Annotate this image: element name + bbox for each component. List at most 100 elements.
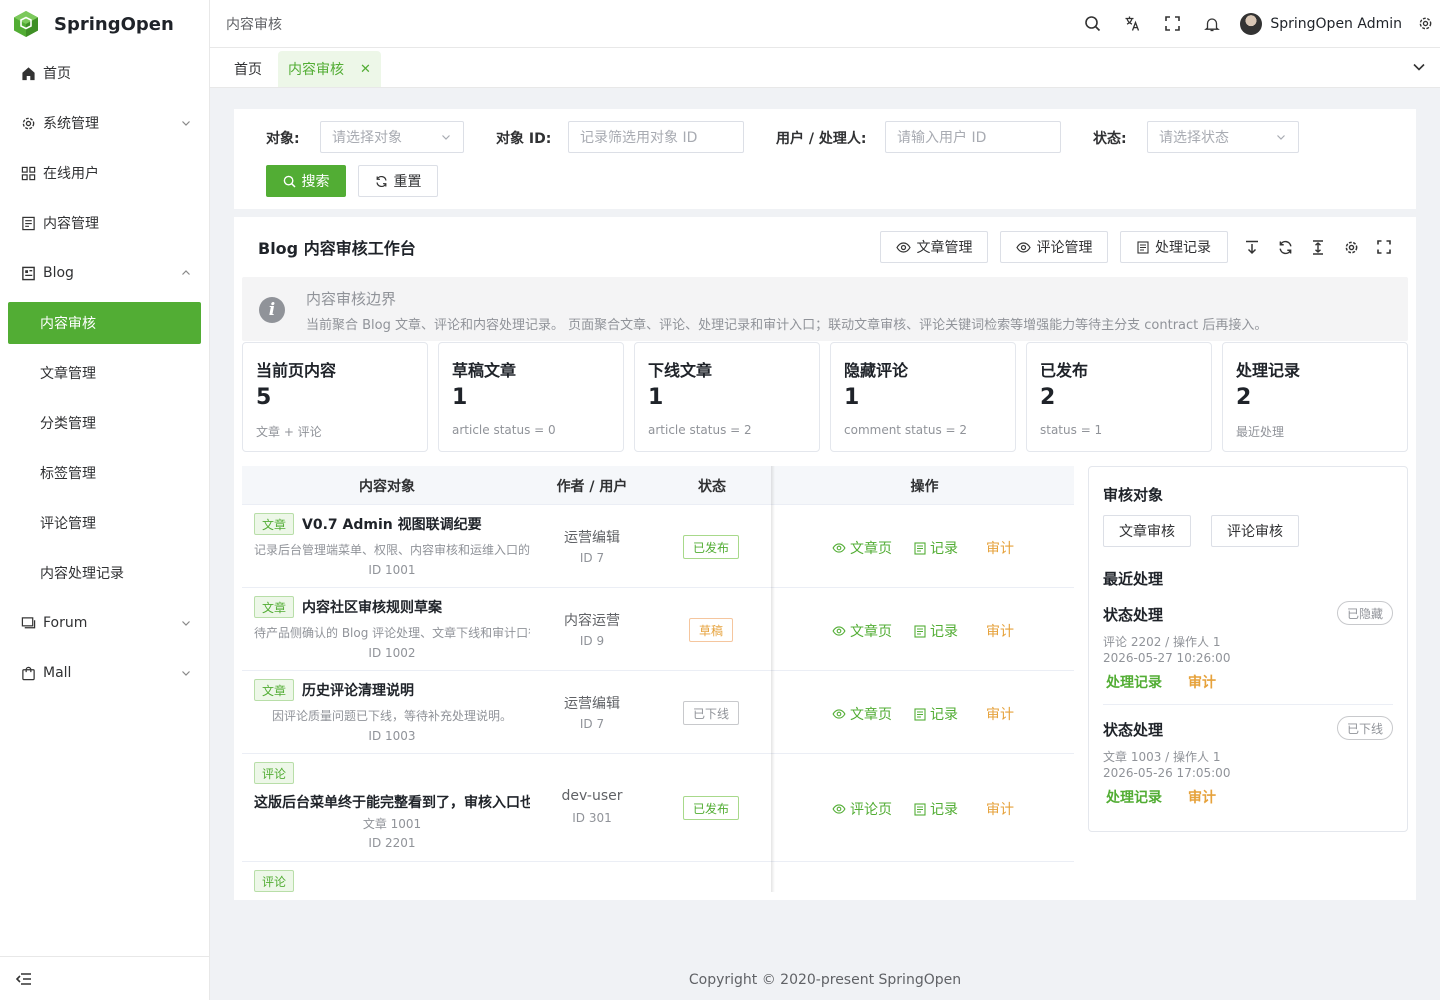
search-icon[interactable] [1072, 0, 1112, 48]
sidebar-item-blog[interactable]: Blog [0, 248, 209, 298]
stat-card: 处理记录 2 最近处理 [1222, 342, 1408, 452]
record-link[interactable]: 记录 [914, 621, 958, 641]
object-select[interactable]: 请选择对象 [320, 121, 464, 153]
type-tag: 文章 [254, 596, 295, 618]
row-author: 运营编辑 [564, 696, 620, 712]
column-height-icon[interactable] [1308, 237, 1328, 257]
record-link[interactable]: 记录 [914, 799, 958, 819]
sidebar-subitem-comments[interactable]: 评论管理 [0, 498, 209, 548]
record-audit-link[interactable]: 审计 [1188, 787, 1216, 807]
gear-icon [20, 115, 36, 131]
sidebar-item-forum[interactable]: Forum [0, 598, 209, 648]
stat-card: 草稿文章 1 article status = 0 [438, 342, 624, 452]
sidebar-subitem-tags[interactable]: 标签管理 [0, 448, 209, 498]
stat-card: 已发布 2 status = 1 [1026, 342, 1212, 452]
header-actions: SpringOpen Admin [1072, 0, 1440, 48]
view-comment-link[interactable]: 评论页 [832, 799, 892, 819]
settings-gear-icon[interactable] [1410, 0, 1440, 48]
sidebar-item-online-users[interactable]: 在线用户 [0, 148, 209, 198]
stat-value: 1 [452, 385, 468, 410]
stat-value: 2 [1236, 385, 1252, 410]
audit-link[interactable]: 审计 [986, 704, 1014, 724]
tab-home[interactable]: 首页 [224, 51, 272, 87]
comment-review-button[interactable]: 评论审核 [1211, 515, 1299, 547]
filter-form: 对象: 请选择对象 对象 ID: 记录筛选用对象 ID 用户 / 处理人: 请输… [234, 109, 1416, 209]
record-link[interactable]: 记录 [914, 538, 958, 558]
sidebar-item-system[interactable]: 系统管理 [0, 98, 209, 148]
sidebar-menu: 首页 系统管理 在线用户 内容管理 Blog 内容审核 文章管理 分类管理 标签… [0, 48, 209, 698]
article-management-button[interactable]: 文章管理 [880, 231, 988, 263]
bell-icon[interactable] [1192, 0, 1232, 48]
process-records-label: 处理记录 [1155, 240, 1211, 256]
table-row: 文章 V0.7 Admin 视图联调纪要 记录后台管理端菜单、权限、内容审核和运… [242, 505, 1074, 588]
audit-link[interactable]: 审计 [986, 538, 1014, 558]
record-history-link[interactable]: 处理记录 [1106, 787, 1162, 807]
logo[interactable]: SpringOpen [0, 0, 209, 48]
stat-value: 1 [844, 385, 860, 410]
record-title: 状态处理 [1103, 721, 1164, 739]
settings-icon[interactable] [1341, 237, 1361, 257]
view-article-link[interactable]: 文章页 [832, 704, 892, 724]
row-author: 运营编辑 [564, 530, 620, 546]
user-menu[interactable]: SpringOpen Admin [1240, 12, 1402, 35]
sidebar-item-label: Mall [43, 665, 72, 681]
view-link-label: 文章页 [850, 541, 892, 557]
process-records-button[interactable]: 处理记录 [1120, 231, 1228, 263]
sidebar-subitem-articles[interactable]: 文章管理 [0, 348, 209, 398]
alert-description: 当前聚合 Blog 文章、评论和内容处理记录。 页面聚合文章、评论、处理记录和审… [306, 318, 1268, 333]
breadcrumb[interactable]: 内容审核 [226, 14, 1072, 34]
user-name: SpringOpen Admin [1270, 15, 1402, 32]
avatar [1240, 12, 1263, 35]
record-meta: 文章 1003 / 操作人 1 [1103, 750, 1221, 764]
review-workbench: Blog 内容审核工作台 文章管理 评论管理 处理记录 i 内容审核边界 当前聚… [234, 217, 1416, 900]
refresh-icon[interactable] [1275, 237, 1295, 257]
stat-label: 处理记录 [1236, 361, 1301, 380]
record-link[interactable]: 记录 [914, 704, 958, 724]
eye-icon [832, 709, 846, 719]
chevron-down-icon [1277, 135, 1285, 140]
audit-link[interactable]: 审计 [986, 799, 1014, 819]
sidebar-item-content[interactable]: 内容管理 [0, 198, 209, 248]
audit-link[interactable]: 审计 [986, 621, 1014, 641]
record-link-label: 记录 [930, 624, 958, 640]
sidebar-item-mall[interactable]: Mall [0, 648, 209, 698]
sidebar-item-home[interactable]: 首页 [0, 48, 209, 98]
view-article-link[interactable]: 文章页 [832, 538, 892, 558]
article-review-button[interactable]: 文章审核 [1103, 515, 1191, 547]
type-tag: 评论 [254, 762, 295, 784]
chevron-down-icon [182, 621, 190, 626]
column-header-author: 作者 / 用户 [556, 478, 628, 495]
search-button[interactable]: 搜索 [266, 165, 346, 197]
tab-content-review[interactable]: 内容审核 ✕ [278, 51, 381, 87]
row-title-cell: 文章 内容社区审核规则草案 [254, 596, 534, 618]
row-title: 内容社区审核规则草案 [302, 600, 443, 616]
status-select[interactable]: 请选择状态 [1147, 121, 1299, 153]
row-id: ID 1001 [368, 563, 416, 577]
fullscreen-icon[interactable] [1374, 237, 1394, 257]
stat-value: 1 [648, 385, 664, 410]
sidebar-collapse-button[interactable] [0, 956, 209, 1000]
eye-icon [1015, 241, 1031, 253]
record-audit-link[interactable]: 审计 [1188, 672, 1216, 692]
document-icon [914, 541, 926, 555]
tab-label: 首页 [234, 62, 262, 78]
record-history-link[interactable]: 处理记录 [1106, 672, 1162, 692]
sidebar-subitem-content-records[interactable]: 内容处理记录 [0, 548, 209, 598]
export-icon[interactable] [1242, 237, 1262, 257]
sidebar-subitem-content-review[interactable]: 内容审核 [8, 302, 201, 344]
user-id-input[interactable]: 请输入用户 ID [885, 121, 1061, 153]
object-id-input[interactable]: 记录筛选用对象 ID [568, 121, 744, 153]
column-header-ops: 操作 [910, 478, 939, 495]
reset-button[interactable]: 重置 [358, 165, 438, 197]
stat-label: 已发布 [1040, 361, 1089, 380]
comment-management-button[interactable]: 评论管理 [1000, 231, 1108, 263]
chevron-down-icon[interactable] [1412, 60, 1426, 74]
sidebar-subitem-categories[interactable]: 分类管理 [0, 398, 209, 448]
row-type-cell: 评论 [254, 762, 295, 784]
fullscreen-icon[interactable] [1152, 0, 1192, 48]
close-icon[interactable]: ✕ [360, 62, 371, 77]
record-status-badge: 已隐藏 [1337, 601, 1394, 625]
view-article-link[interactable]: 文章页 [832, 621, 892, 641]
sidebar-item-label: 首页 [43, 66, 71, 82]
translate-icon[interactable] [1112, 0, 1152, 48]
